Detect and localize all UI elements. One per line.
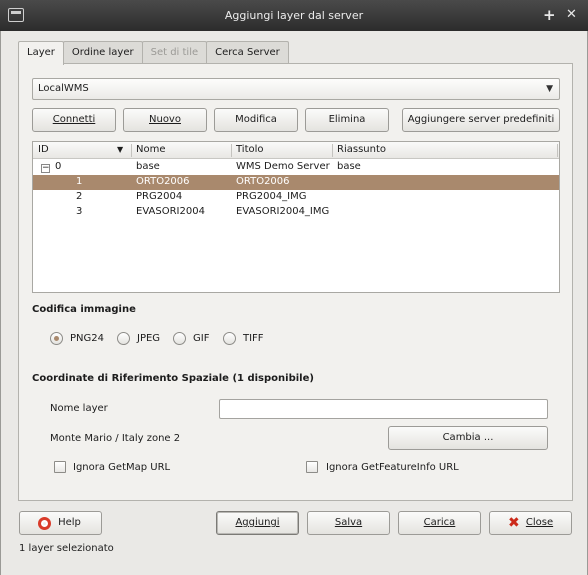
add-button[interactable]: Aggiungi bbox=[216, 511, 299, 535]
radio-png24[interactable]: PNG24 bbox=[50, 331, 110, 347]
image-encoding-heading: Codifica immagine bbox=[32, 304, 136, 315]
radio-label: TIFF bbox=[243, 333, 264, 344]
layer-name-label: Nome layer bbox=[50, 403, 108, 414]
tab-ordine-layer[interactable]: Ordine layer bbox=[62, 41, 143, 64]
ignore-getfeatureinfo-checkbox[interactable] bbox=[306, 461, 318, 473]
tree-row-selected[interactable]: 1 ORTO2006 ORTO2006 bbox=[33, 175, 559, 190]
row-id: 2 bbox=[76, 191, 83, 202]
radio-label: JPEG bbox=[137, 333, 161, 344]
radio-tiff[interactable]: TIFF bbox=[223, 331, 273, 347]
add-label: Aggiungi bbox=[235, 517, 280, 528]
add-default-servers-button[interactable]: Aggiungere server predefiniti bbox=[402, 108, 560, 132]
tab-layer[interactable]: Layer bbox=[18, 41, 64, 65]
ignore-getfeatureinfo-label: Ignora GetFeatureInfo URL bbox=[326, 462, 459, 473]
server-select-value: LocalWMS bbox=[38, 83, 89, 94]
row-title: WMS Demo Server bbox=[236, 161, 330, 172]
close-button[interactable]: ✖ Close bbox=[489, 511, 572, 535]
ignore-getmap-checkbox[interactable] bbox=[54, 461, 66, 473]
layer-tab-panel: LocalWMS ▼ Connetti Nuovo Modifica Elimi… bbox=[18, 63, 573, 501]
ignore-getmap-label: Ignora GetMap URL bbox=[73, 462, 171, 473]
row-name: PRG2004 bbox=[136, 191, 183, 202]
maximize-icon[interactable]: + bbox=[543, 6, 556, 24]
save-label: Salva bbox=[334, 517, 363, 528]
load-label: Carica bbox=[423, 517, 456, 528]
lifebuoy-icon bbox=[38, 517, 51, 530]
layer-tree[interactable]: ID ▼ Nome Titolo Riassunto − 0 base WMS … bbox=[32, 141, 560, 293]
radio-gif[interactable]: GIF bbox=[173, 331, 218, 347]
row-title: EVASORI2004_IMG bbox=[236, 206, 330, 217]
current-crs-label: Monte Mario / Italy zone 2 bbox=[50, 433, 181, 444]
dialog-body: Layer Ordine layer Set di tile Cerca Ser… bbox=[0, 31, 588, 575]
tree-row[interactable]: 2 PRG2004 PRG2004_IMG bbox=[33, 190, 559, 205]
status-text: 1 layer selezionato bbox=[19, 543, 114, 554]
sort-desc-icon: ▼ bbox=[117, 145, 124, 154]
window-title: Aggiungi layer dal server bbox=[224, 9, 364, 22]
radio-button bbox=[117, 332, 130, 345]
column-id[interactable]: ID bbox=[38, 144, 49, 155]
column-riassunto[interactable]: Riassunto bbox=[337, 144, 386, 155]
load-button[interactable]: Carica bbox=[398, 511, 481, 535]
tab-bar: Layer Ordine layer Set di tile Cerca Ser… bbox=[18, 41, 289, 65]
save-button[interactable]: Salva bbox=[307, 511, 390, 535]
new-label: Nuovo bbox=[149, 114, 181, 125]
row-title: PRG2004_IMG bbox=[236, 191, 307, 202]
help-button[interactable]: Help bbox=[19, 511, 102, 535]
row-title: ORTO2006 bbox=[236, 176, 290, 187]
tree-row[interactable]: − 0 base WMS Demo Server base bbox=[33, 160, 559, 175]
radio-jpeg[interactable]: JPEG bbox=[117, 331, 167, 347]
change-crs-button[interactable]: Cambia ... bbox=[388, 426, 548, 450]
delete-button[interactable]: Elimina bbox=[305, 108, 389, 132]
row-id: 0 bbox=[55, 161, 62, 172]
row-abstract: base bbox=[337, 161, 361, 172]
close-label: Close bbox=[525, 517, 554, 528]
tab-set-di-tile: Set di tile bbox=[141, 41, 208, 64]
column-nome[interactable]: Nome bbox=[136, 144, 166, 155]
edit-button[interactable]: Modifica bbox=[214, 108, 298, 132]
close-icon: ✖ bbox=[508, 515, 520, 531]
dropdown-arrow-icon: ▼ bbox=[546, 84, 553, 94]
row-id: 1 bbox=[76, 176, 83, 187]
row-name: ORTO2006 bbox=[136, 176, 190, 187]
radio-label: GIF bbox=[193, 333, 210, 344]
tab-cerca-server[interactable]: Cerca Server bbox=[206, 41, 289, 64]
collapse-icon[interactable]: − bbox=[41, 164, 50, 173]
radio-button bbox=[173, 332, 186, 345]
radio-button bbox=[223, 332, 236, 345]
help-label: Help bbox=[58, 517, 81, 528]
new-button[interactable]: Nuovo bbox=[123, 108, 207, 132]
radio-label: PNG24 bbox=[70, 333, 104, 344]
layer-name-input[interactable] bbox=[219, 399, 548, 419]
server-select[interactable]: LocalWMS ▼ bbox=[32, 78, 560, 100]
close-window-icon[interactable]: ✕ bbox=[566, 6, 577, 24]
row-name: EVASORI2004 bbox=[136, 206, 205, 217]
tree-row[interactable]: 3 EVASORI2004 EVASORI2004_IMG bbox=[33, 205, 559, 220]
crs-heading: Coordinate di Riferimento Spaziale (1 di… bbox=[32, 373, 314, 384]
row-name: base bbox=[136, 161, 160, 172]
connect-button[interactable]: Connetti bbox=[32, 108, 116, 132]
window-titlebar[interactable]: Aggiungi layer dal server + ✕ bbox=[0, 0, 588, 31]
layer-tree-header: ID ▼ Nome Titolo Riassunto bbox=[33, 142, 559, 159]
column-titolo[interactable]: Titolo bbox=[236, 144, 264, 155]
radio-button-checked bbox=[50, 332, 63, 345]
connect-label: Connetti bbox=[52, 114, 96, 125]
row-id: 3 bbox=[76, 206, 83, 217]
